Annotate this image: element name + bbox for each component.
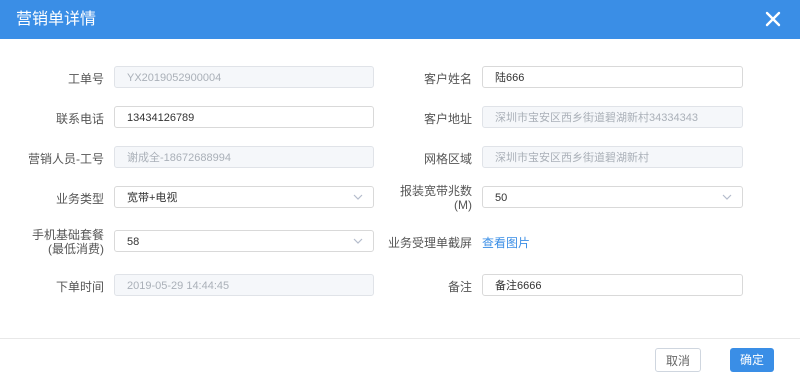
bandwidth-select[interactable]: 50 (482, 186, 743, 208)
bandwidth-value: 50 (495, 192, 508, 204)
chevron-down-icon (353, 194, 363, 200)
mobile-plan-label-line1: 手机基础套餐 (31, 228, 104, 242)
marketer-field: 谢成全-18672688994 (114, 146, 374, 168)
chevron-down-icon (353, 238, 363, 244)
screenshot-label: 业务受理单截屏 (387, 236, 472, 250)
customer-name-label: 客户姓名 (423, 72, 472, 86)
work-order-no-field: YX2019052900004 (114, 66, 374, 88)
mobile-plan-value: 58 (127, 236, 140, 248)
business-type-select[interactable]: 宽带+电视 (114, 186, 374, 208)
mobile-plan-label-line2: (最低消费) (48, 242, 104, 256)
bandwidth-label: 报装宽带兆数 (M) (382, 184, 472, 212)
remark-label: 备注 (447, 280, 472, 294)
customer-address-label: 客户地址 (423, 112, 472, 126)
grid-area-label: 网格区域 (423, 152, 472, 166)
chevron-down-icon (722, 194, 732, 200)
order-time-label: 下单时间 (55, 280, 104, 294)
bandwidth-label-line2: (M) (454, 198, 472, 212)
remark-field[interactable]: 备注6666 (482, 274, 743, 296)
dialog-header: 营销单详情 (0, 0, 800, 39)
customer-address-field: 深圳市宝安区西乡街道碧湖新村34334343 (482, 106, 743, 128)
grid-area-field: 深圳市宝安区西乡街道碧湖新村 (482, 146, 743, 168)
business-type-label: 业务类型 (55, 192, 104, 206)
order-time-field: 2019-05-29 14:44:45 (114, 274, 374, 296)
business-type-value: 宽带+电视 (127, 192, 178, 204)
ok-button[interactable]: 确定 (730, 348, 775, 372)
bandwidth-label-line1: 报装宽带兆数 (399, 184, 472, 198)
mobile-plan-label: 手机基础套餐 (最低消费) (14, 228, 104, 256)
footer-divider (0, 338, 800, 339)
work-order-no-label: 工单号 (67, 72, 104, 86)
close-icon[interactable] (764, 10, 782, 28)
marketer-label: 营销人员-工号 (28, 152, 104, 166)
phone-field[interactable]: 13434126789 (114, 106, 374, 128)
cancel-button[interactable]: 取消 (655, 348, 702, 372)
view-image-link[interactable]: 查看图片 (482, 234, 530, 251)
phone-label: 联系电话 (55, 112, 104, 126)
mobile-plan-select[interactable]: 58 (114, 230, 374, 252)
dialog-title: 营销单详情 (16, 11, 97, 28)
customer-name-field[interactable]: 陆666 (482, 66, 743, 88)
